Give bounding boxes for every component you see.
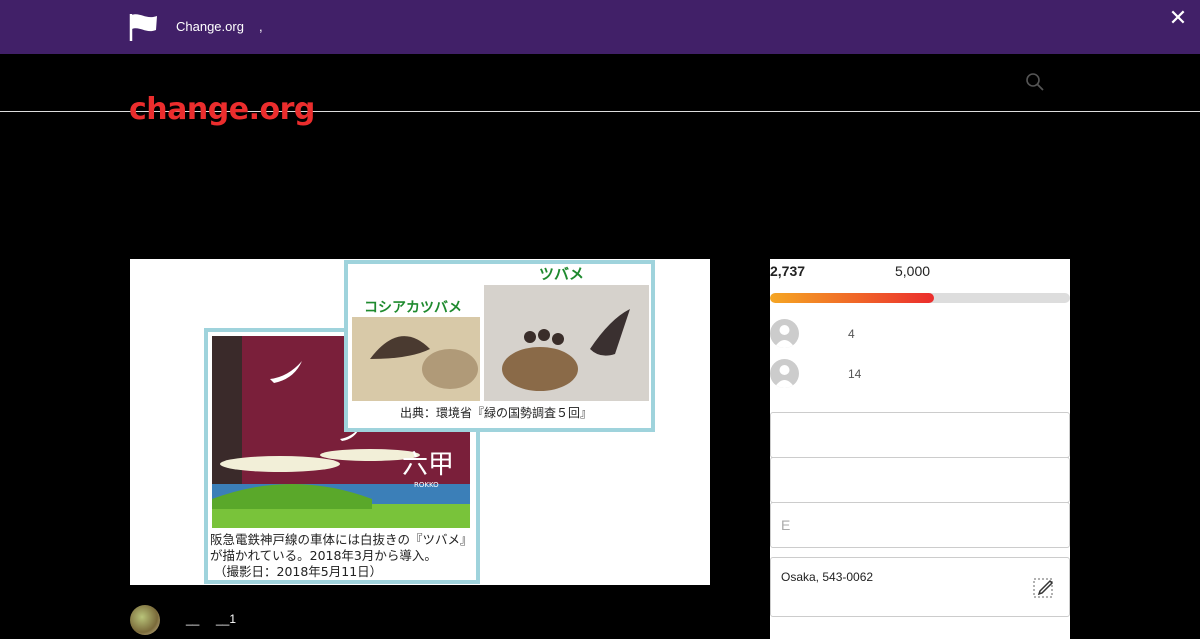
train-logo-text: 六甲 (402, 450, 454, 480)
signer-avatar-icon (770, 359, 799, 388)
red-rumped-swallow-title: コシアカツバメ (364, 300, 462, 316)
email-input[interactable] (771, 503, 1069, 547)
author-name[interactable]: __ (186, 612, 199, 626)
petition-image: 六甲 ROKKO 阪急電鉄神戸線の車体には白抜きの『ツバメ』 が描かれている。2… (130, 259, 710, 585)
caption-line-2: が描かれている。2018年3月から導入。 (210, 548, 437, 563)
recent-signer: 14 (770, 359, 1070, 389)
banner-brand[interactable]: Change.org (176, 19, 244, 34)
search-icon[interactable] (1025, 72, 1045, 92)
sign-panel: 2,737 5,000 4 14 Osaka, 543-0062 (770, 259, 1070, 639)
author-count[interactable]: __1 (216, 612, 236, 626)
last-name-input[interactable] (771, 458, 1069, 502)
site-logo[interactable]: change.org (129, 92, 315, 127)
progress-bar (770, 293, 1070, 303)
swallow-title: ツバメ (539, 265, 584, 283)
signer-text: 4 (848, 327, 855, 341)
caption-line-3: （撮影日：2018年5月11日） (214, 564, 382, 579)
source-caption: 出典：環境省『緑の国勢調査５回』 (400, 405, 592, 420)
edit-icon[interactable] (1033, 576, 1055, 598)
petition-image-graphic: 六甲 ROKKO 阪急電鉄神戸線の車体には白抜きの『ツバメ』 が描かれている。2… (130, 259, 710, 585)
progress-fill (770, 293, 935, 303)
location-text: Osaka, 543-0062 (781, 570, 874, 584)
top-banner: Change.org , ✕ (0, 0, 1200, 54)
location-box[interactable]: Osaka, 543-0062 (770, 557, 1070, 617)
flag-icon (129, 14, 157, 41)
banner-suffix: , (259, 19, 263, 34)
recent-signer: 4 (770, 319, 1070, 349)
train-logo-sub: ROKKO (414, 481, 439, 489)
last-name-field[interactable] (770, 457, 1070, 503)
close-icon[interactable]: ✕ (1166, 6, 1190, 30)
first-name-field[interactable] (770, 412, 1070, 458)
signer-text: 14 (848, 367, 862, 381)
email-field[interactable] (770, 502, 1070, 548)
caption-line-1: 阪急電鉄神戸線の車体には白抜きの『ツバメ』 (210, 532, 473, 547)
first-name-input[interactable] (771, 413, 1069, 457)
signer-avatar-icon (770, 319, 799, 348)
signature-goal: 5,000 (895, 263, 931, 279)
signature-count: 2,737 (770, 263, 806, 279)
author-avatar[interactable] (130, 605, 160, 635)
